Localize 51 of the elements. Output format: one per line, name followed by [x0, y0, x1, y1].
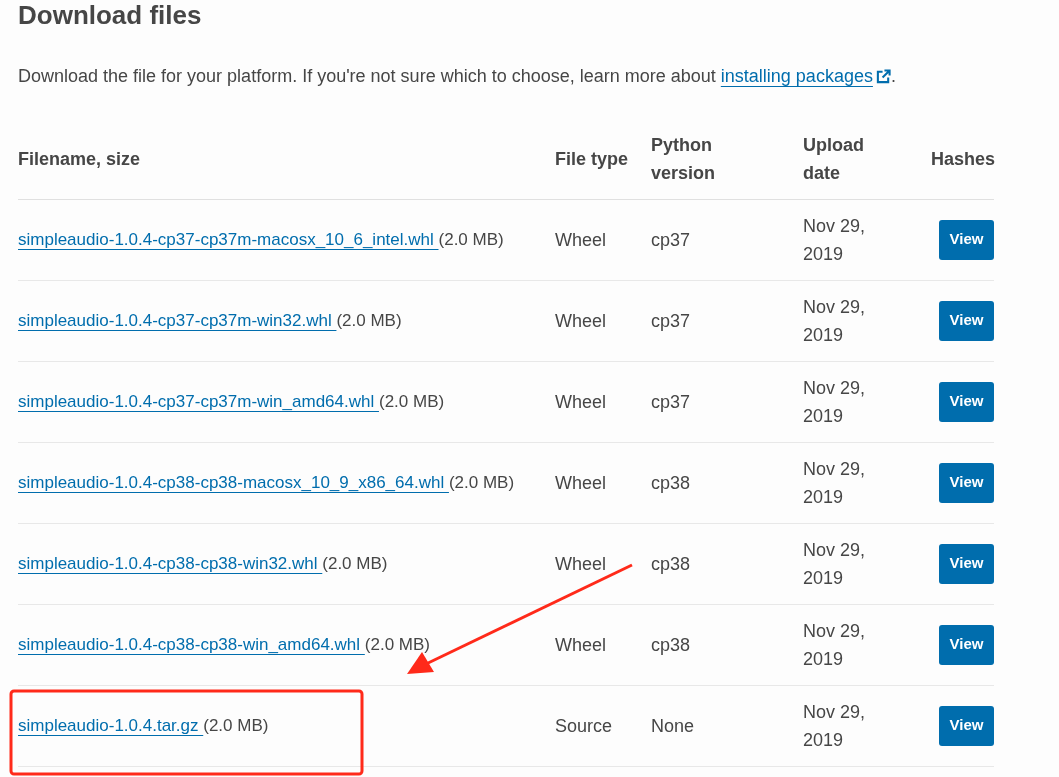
- python-version: cp37: [651, 391, 691, 412]
- file-size: (2.0 MB): [438, 229, 504, 249]
- view-hashes-button[interactable]: View: [939, 300, 994, 341]
- file-link[interactable]: simpleaudio-1.0.4-cp37-cp37m-win32.whl: [18, 310, 337, 330]
- file-type: Wheel: [555, 310, 607, 331]
- file-type: Wheel: [555, 391, 607, 412]
- file-size: (2.0 MB): [336, 310, 402, 330]
- file-type: Wheel: [555, 553, 607, 574]
- file-size: (2.0 MB): [364, 634, 430, 654]
- external-link-icon: [875, 68, 891, 84]
- file-link[interactable]: simpleaudio-1.0.4-cp38-cp38-macosx_10_9_x86_64.whl: [18, 472, 449, 492]
- column-header: File type: [555, 147, 629, 171]
- view-hashes-button[interactable]: View: [939, 219, 994, 260]
- installing-packages-link[interactable]: installing packages: [720, 63, 891, 89]
- section-heading: Download files: [18, 0, 202, 30]
- view-hashes-button[interactable]: View: [939, 381, 994, 422]
- file-link[interactable]: simpleaudio-1.0.4-cp37-cp37m-win_amd64.whl: [18, 391, 379, 411]
- column-header: Upload date: [803, 133, 865, 185]
- file-link[interactable]: simpleaudio-1.0.4-cp37-cp37m-macosx_10_6_intel.whl: [18, 229, 439, 249]
- column-header: Hashes: [931, 148, 996, 169]
- upload-date: Nov 29, 2019: [803, 619, 867, 671]
- file-type: Wheel: [555, 472, 607, 493]
- intro-text: Download the file for your platform. If you're not sure which to choose, learn more about installing packages .: [18, 63, 896, 89]
- file-link[interactable]: simpleaudio-1.0.4-cp38-cp38-win32.whl: [18, 553, 323, 573]
- view-hashes-button[interactable]: View: [939, 462, 994, 503]
- upload-date: Nov 29, 2019: [803, 457, 867, 509]
- upload-date: Nov 29, 2019: [803, 295, 867, 347]
- view-hashes-button[interactable]: View: [939, 624, 994, 665]
- column-header: Filename, size: [18, 148, 141, 169]
- file-size: (2.0 MB): [448, 472, 515, 492]
- file-link[interactable]: simpleaudio-1.0.4.tar.gz: [18, 715, 204, 735]
- upload-date: Nov 29, 2019: [803, 700, 867, 752]
- file-type: Source: [555, 715, 613, 736]
- python-version: cp37: [651, 310, 691, 331]
- file-size: (2.0 MB): [203, 715, 269, 735]
- python-version: cp38: [651, 472, 691, 493]
- file-type: Wheel: [555, 229, 607, 250]
- upload-date: Nov 29, 2019: [803, 538, 867, 590]
- python-version: cp38: [651, 634, 691, 655]
- python-version: cp37: [651, 229, 691, 250]
- file-type: Wheel: [555, 634, 607, 655]
- python-version: None: [651, 715, 695, 736]
- python-version: cp38: [651, 553, 691, 574]
- view-hashes-button[interactable]: View: [939, 543, 994, 584]
- column-header: Python version: [651, 133, 717, 185]
- file-size: (2.0 MB): [378, 391, 445, 411]
- file-link[interactable]: simpleaudio-1.0.4-cp38-cp38-win_amd64.whl: [18, 634, 365, 654]
- file-size: (2.0 MB): [322, 553, 388, 573]
- view-hashes-button[interactable]: View: [939, 705, 994, 746]
- upload-date: Nov 29, 2019: [803, 376, 867, 428]
- upload-date: Nov 29, 2019: [803, 214, 867, 266]
